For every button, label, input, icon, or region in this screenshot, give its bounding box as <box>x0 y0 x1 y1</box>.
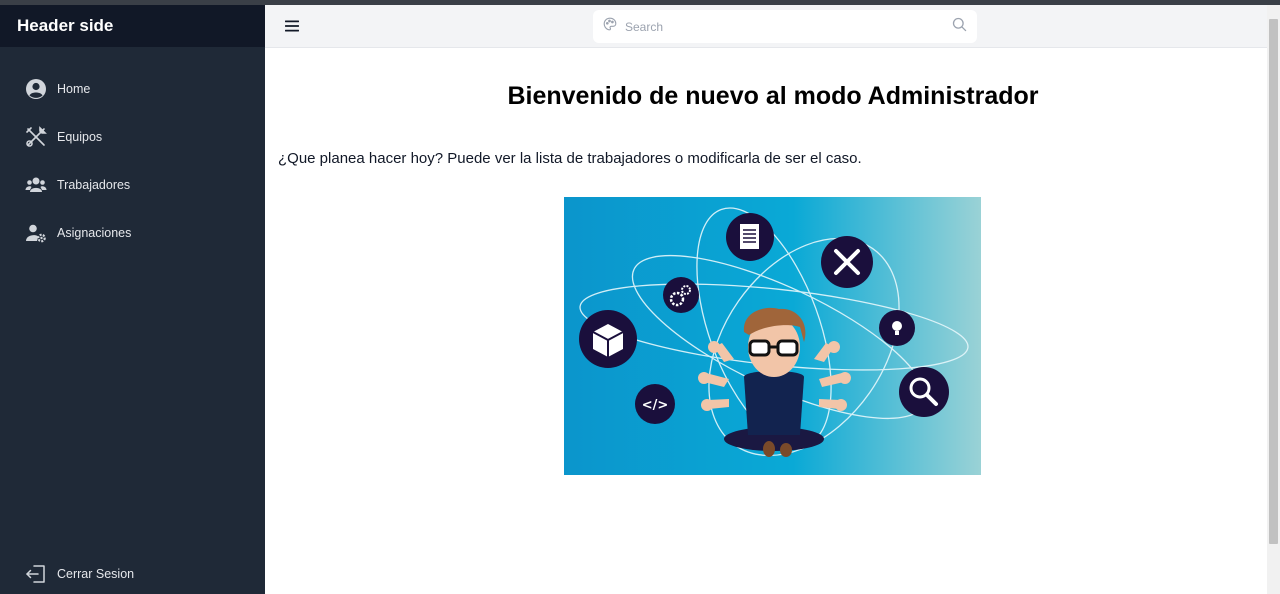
intro-text: ¿Que planea hacer hoy? Puede ver la list… <box>278 150 862 167</box>
logout-button[interactable]: Cerrar Sesion <box>0 562 265 586</box>
sidebar-item-label: Equipos <box>57 130 103 144</box>
sidebar-item-home[interactable]: Home <box>0 65 265 113</box>
sidebar-item-asignaciones[interactable]: Asignaciones <box>0 209 265 257</box>
scrollbar-thumb[interactable] <box>1269 19 1278 544</box>
search-icon[interactable] <box>952 17 967 37</box>
sidebar-header: Header side <box>0 5 265 47</box>
multitasking-illustration: </> <box>564 197 981 475</box>
sidebar: Header side Home Equipos Trabajadores As… <box>0 5 265 594</box>
page-title: Bienvenido de nuevo al modo Administrado… <box>507 82 1039 110</box>
svg-text:</>: </> <box>642 398 669 413</box>
sidebar-item-label: Trabajadores <box>57 178 131 192</box>
sidebar-item-label: Home <box>57 82 91 96</box>
tools-bubble-icon <box>821 236 873 288</box>
main-content: Bienvenido de nuevo al modo Administrado… <box>265 48 1267 594</box>
gears-icon <box>663 277 699 313</box>
palette-icon <box>603 17 617 36</box>
user-circle-icon <box>25 78 47 100</box>
logout-label: Cerrar Sesion <box>57 567 135 581</box>
search-input[interactable] <box>625 19 952 34</box>
code-icon: </> <box>635 384 675 424</box>
search-box <box>593 10 977 43</box>
tools-icon <box>25 126 47 148</box>
hamburger-icon[interactable] <box>283 17 301 35</box>
box-icon <box>579 310 637 368</box>
users-icon <box>25 174 47 196</box>
sidebar-title: Header side <box>17 16 114 35</box>
scrollbar[interactable] <box>1267 5 1280 594</box>
sidebar-item-equipos[interactable]: Equipos <box>0 113 265 161</box>
sidebar-item-label: Asignaciones <box>57 226 132 240</box>
sidebar-nav: Home Equipos Trabajadores Asignaciones <box>0 65 265 257</box>
logout-icon <box>25 563 47 585</box>
document-icon <box>726 213 774 261</box>
sidebar-item-trabajadores[interactable]: Trabajadores <box>0 161 265 209</box>
magnifier-icon <box>899 367 949 417</box>
topbar <box>265 5 1267 48</box>
user-gear-icon <box>25 222 47 244</box>
lightbulb-icon <box>879 310 915 346</box>
